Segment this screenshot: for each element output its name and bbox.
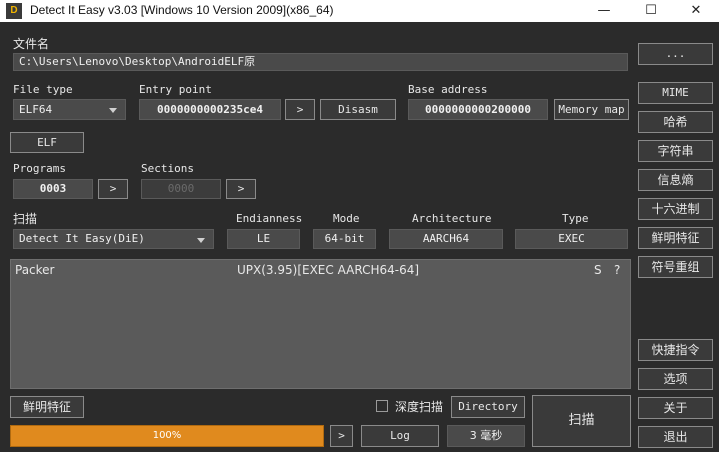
demangle-button[interactable]: 符号重组	[638, 256, 713, 278]
disasm-button[interactable]: Disasm	[320, 99, 396, 120]
signature-link[interactable]: S	[594, 263, 602, 277]
architecture-field: AARCH64	[389, 229, 503, 249]
signatures-button[interactable]: 鲜明特征	[10, 396, 84, 418]
exit-button[interactable]: 退出	[638, 426, 713, 448]
hash-button[interactable]: 哈希	[638, 111, 713, 133]
deep-scan-label: 深度扫描	[395, 400, 444, 414]
programs-label: Programs	[13, 162, 66, 175]
file-name-label: 文件名	[13, 37, 50, 51]
programs-field: 0003	[13, 179, 93, 199]
strings-button[interactable]: 字符串	[638, 140, 713, 162]
scan-progress-bar: 100%	[10, 425, 324, 447]
options-button[interactable]: 选项	[638, 368, 713, 390]
memory-map-button[interactable]: Memory map	[554, 99, 629, 120]
file-path-input[interactable]: C:\Users\Lenovo\Desktop\AndroidELF原	[13, 53, 628, 71]
type-field: EXEC	[515, 229, 628, 249]
mode-field: 64-bit	[313, 229, 376, 249]
sections-label: Sections	[141, 162, 194, 175]
about-button[interactable]: 关于	[638, 397, 713, 419]
entry-point-field: 0000000000235ce4	[139, 99, 281, 120]
file-type-select[interactable]: ELF64	[13, 99, 126, 120]
close-button[interactable]: ✕	[673, 0, 719, 22]
progress-arrow-button[interactable]: >	[330, 425, 353, 447]
endianness-label: Endianness	[236, 212, 303, 225]
minimize-button[interactable]: —	[581, 0, 627, 22]
scan-label: 扫描	[13, 212, 38, 226]
help-link[interactable]: ?	[614, 263, 620, 277]
result-value: UPX(3.95)[EXEC AARCH64-64]	[237, 263, 420, 277]
sections-field: 0000	[141, 179, 221, 199]
entry-point-label: Entry point	[139, 83, 212, 96]
hex-button[interactable]: 十六进制	[638, 198, 713, 220]
architecture-label: Architecture	[412, 212, 492, 225]
elf-button[interactable]: ELF	[10, 132, 84, 153]
window-title: Detect It Easy v3.03 [Windows 10 Version…	[30, 3, 334, 17]
entry-point-arrow-button[interactable]: >	[285, 99, 315, 120]
result-row[interactable]: Packer UPX(3.95)[EXEC AARCH64-64] S ?	[11, 263, 630, 281]
sections-arrow-button[interactable]: >	[226, 179, 256, 199]
programs-arrow-button[interactable]: >	[98, 179, 128, 199]
signatures-sidebar-button[interactable]: 鲜明特征	[638, 227, 713, 249]
file-type-label: File type	[13, 83, 73, 96]
endianness-field: LE	[227, 229, 300, 249]
scan-button[interactable]: 扫描	[532, 395, 631, 447]
result-type: Packer	[15, 263, 55, 277]
mime-button[interactable]: MIME	[638, 82, 713, 104]
base-address-field: 0000000000200000	[408, 99, 548, 120]
entropy-button[interactable]: 信息熵	[638, 169, 713, 191]
title-bar: D Detect It Easy v3.03 [Windows 10 Versi…	[0, 0, 719, 22]
app-logo-icon: D	[6, 3, 22, 19]
directory-button[interactable]: Directory	[451, 396, 525, 418]
browse-button[interactable]: ...	[638, 43, 713, 65]
scan-engine-select[interactable]: Detect It Easy(DiE)	[13, 229, 214, 249]
scan-results-panel: Packer UPX(3.95)[EXEC AARCH64-64] S ?	[10, 259, 631, 389]
maximize-button[interactable]: ☐	[628, 0, 674, 22]
mode-label: Mode	[333, 212, 360, 225]
log-button[interactable]: Log	[361, 425, 439, 447]
base-address-label: Base address	[408, 83, 488, 96]
elapsed-time: 3 毫秒	[447, 425, 525, 447]
deep-scan-checkbox[interactable]	[376, 400, 388, 412]
type-label: Type	[562, 212, 589, 225]
shortcuts-button[interactable]: 快捷指令	[638, 339, 713, 361]
